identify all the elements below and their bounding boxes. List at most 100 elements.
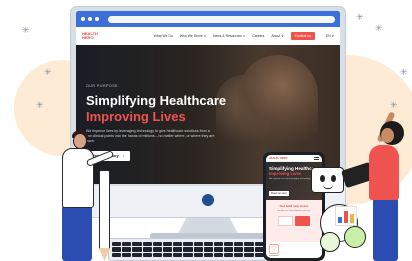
site-logo[interactable]: HEALTH HERO — [82, 31, 112, 41]
chart-bar — [338, 217, 342, 223]
keyboard-key — [234, 247, 244, 252]
man-figure — [62, 148, 94, 208]
phone-vision-section: Our bold new vision Healthcare from wher… — [266, 200, 322, 242]
sparkle-icon: ✳ — [400, 67, 408, 77]
keyboard-key — [162, 252, 173, 257]
sparkle-icon: ✳ — [356, 12, 364, 22]
nav-item-who-we-serve[interactable]: Who We Serve ∨ — [180, 34, 206, 38]
keyboard-key — [152, 252, 162, 257]
keyboard-key — [132, 247, 142, 252]
keyboard-key — [173, 247, 183, 252]
keyboard-key — [213, 252, 224, 257]
pencil-icon — [99, 170, 110, 250]
address-bar[interactable] — [108, 15, 335, 23]
nav-item-news-resources[interactable]: News & Resources ∨ — [213, 34, 245, 38]
keyboard-key — [213, 247, 224, 252]
phone-card[interactable] — [295, 216, 310, 226]
woman-figure — [369, 145, 399, 200]
hero-description: We improve lives by leveraging technolog… — [86, 129, 215, 143]
keyboard-key — [193, 252, 203, 257]
browser-bar — [76, 11, 340, 27]
keyboard-key — [173, 252, 183, 257]
chart-bar — [344, 211, 348, 223]
window-dot-icon — [88, 17, 92, 21]
chart-bar — [350, 214, 354, 223]
sparkle-icon: ✳ — [44, 67, 52, 77]
woman-head — [381, 128, 394, 143]
keyboard-key — [203, 252, 213, 257]
keyboard-key — [203, 247, 213, 252]
keyboard-key — [234, 252, 244, 257]
keyboard-key — [203, 242, 213, 247]
site-header: HEALTH HERO What We Do Who We Serve ∨ Ne… — [76, 27, 340, 45]
keyboard-key — [244, 242, 254, 247]
keyboard-key — [224, 247, 234, 252]
bar-chart-icon — [335, 206, 357, 226]
phone-header: HEALTH HERO — [266, 155, 322, 162]
keyboard-key — [193, 242, 203, 247]
robot-head — [311, 167, 344, 193]
man-legs — [62, 205, 92, 261]
monitor-stand — [178, 218, 238, 234]
phone-read-story-button[interactable]: Read our story — [269, 191, 289, 196]
phone-footer: ♡ Integrated — [266, 242, 322, 258]
hamburger-menu-icon[interactable] — [314, 156, 319, 160]
nav-item-what-we-do[interactable]: What We Do — [154, 34, 173, 38]
keyboard-key — [183, 247, 193, 252]
robot-wheel — [344, 226, 366, 248]
phone-cards — [269, 216, 319, 226]
sparkle-icon: ✳ — [390, 100, 398, 110]
keyboard-key — [142, 247, 152, 252]
keyboard-key — [244, 247, 254, 252]
woman-legs — [373, 198, 398, 261]
keyboard-key — [224, 242, 234, 247]
keyboard-key — [132, 242, 142, 247]
nav-item-about[interactable]: About ∨ — [271, 34, 283, 38]
window-dot-icon — [95, 17, 99, 21]
man-head — [73, 133, 87, 149]
keyboard — [108, 238, 278, 261]
phone-section-text: Healthcare from wherever you are — [277, 210, 311, 212]
keyboard-key — [142, 252, 152, 257]
phone-footer-label: Integrated — [269, 255, 279, 257]
phone-logo: HEALTH HERO — [269, 156, 288, 160]
keyboard-key — [152, 242, 162, 247]
keyboard-key — [132, 252, 142, 257]
keyboard-key — [142, 242, 152, 247]
arrow-right-icon: › — [122, 154, 125, 158]
phone-card[interactable] — [278, 216, 293, 226]
illustration: ✳ ✳ ✳ ✳ ✳ ✳ ✳ HEALTH HERO What We Do Who… — [0, 0, 412, 261]
window-dot-icon — [81, 17, 85, 21]
hero-title: Simplifying Healthcare — [86, 93, 227, 108]
sparkle-icon: ✳ — [375, 23, 383, 33]
robot-wheel — [320, 232, 340, 252]
power-button-icon — [202, 194, 214, 206]
keyboard-key — [234, 242, 244, 247]
sparkle-icon: ✳ — [22, 25, 30, 35]
nav-item-careers[interactable]: Careers — [252, 34, 264, 38]
robot-eye — [320, 175, 325, 182]
phone-section-title: Our bold new vision — [279, 204, 309, 208]
language-selector[interactable]: EN ∨ — [326, 34, 334, 38]
keyboard-key — [183, 252, 193, 257]
keyboard-key — [112, 242, 122, 247]
logo-line2: HERO — [82, 35, 94, 40]
robot-smile — [323, 185, 333, 189]
keyboard-key — [193, 247, 203, 252]
keyboard-key — [112, 247, 122, 252]
keyboard-key — [224, 252, 234, 257]
keyboard-key — [244, 252, 254, 257]
keyboard-key — [152, 247, 162, 252]
hero-eyebrow: OUR PURPOSE — [86, 84, 119, 88]
keyboard-key — [162, 242, 173, 247]
keyboard-key — [122, 242, 132, 247]
shield-icon: ♡ — [269, 244, 279, 254]
contact-us-button[interactable]: Contact us — [290, 32, 315, 40]
keyboard-key — [173, 242, 183, 247]
hero-title-accent: Improving Lives — [86, 109, 186, 124]
keyboard-key — [213, 242, 224, 247]
keyboard-key — [112, 252, 122, 257]
keyboard-key — [122, 252, 132, 257]
keyboard-key — [162, 247, 173, 252]
keyboard-key — [183, 242, 193, 247]
